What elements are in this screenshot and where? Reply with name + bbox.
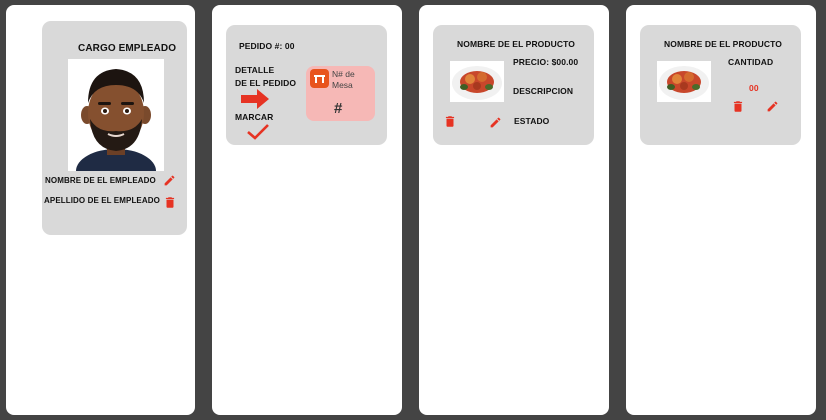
product-price-label: PRECIO: $00.00 [513, 57, 579, 67]
mark-label: MARCAR [235, 112, 274, 122]
order-panel: PEDIDO #: 00 DETALLE DE EL PEDIDO MARCAR… [212, 5, 402, 415]
employee-avatar [68, 59, 164, 171]
product-status-label: ESTADO [514, 116, 550, 126]
order-number-label: PEDIDO #: 00 [239, 41, 295, 51]
trash-icon[interactable] [731, 99, 745, 114]
pencil-icon[interactable] [766, 100, 779, 113]
product-panel: NOMBRE DE EL PRODUCTO PRECIO: $00.00 DES… [419, 5, 609, 415]
employee-panel: CARGO EMPLEADO NOMBRE DE EL EMPLEADO APE… [6, 5, 195, 415]
order-item-card: NOMBRE DE EL PRODUCTO CANTIDAD 00 [640, 25, 801, 145]
employee-lastname-label: APELLIDO DE EL EMPLEADO [44, 196, 160, 205]
table-number-symbol: # [334, 100, 343, 117]
table-number-label-line2: Mesa [332, 80, 353, 90]
table-number-label-line1: N# de [332, 69, 355, 79]
table-badge[interactable]: N# de Mesa # [306, 66, 375, 121]
product-name-title: NOMBRE DE EL PRODUCTO [457, 39, 575, 49]
order-item-name-title: NOMBRE DE EL PRODUCTO [664, 39, 782, 49]
table-icon [310, 69, 329, 88]
trash-icon[interactable] [443, 114, 457, 129]
quantity-label: CANTIDAD [728, 57, 774, 67]
trash-icon[interactable] [163, 195, 177, 210]
product-card: NOMBRE DE EL PRODUCTO PRECIO: $00.00 DES… [433, 25, 594, 145]
check-icon[interactable] [246, 123, 270, 141]
employee-name-label: NOMBRE DE EL EMPLEADO [45, 176, 156, 185]
product-image [450, 61, 504, 102]
arrow-right-icon[interactable] [241, 89, 269, 109]
employee-card: CARGO EMPLEADO NOMBRE DE EL EMPLEADO APE… [42, 21, 187, 235]
product-description-label: DESCRIPCION [513, 86, 574, 96]
order-detail-label-line1: DETALLE [235, 65, 275, 75]
employee-role-title: CARGO EMPLEADO [78, 43, 177, 54]
pencil-icon[interactable] [163, 174, 176, 187]
pencil-icon[interactable] [489, 116, 502, 129]
order-item-image [657, 61, 711, 102]
order-card: PEDIDO #: 00 DETALLE DE EL PEDIDO MARCAR… [226, 25, 387, 145]
order-item-panel: NOMBRE DE EL PRODUCTO CANTIDAD 00 [626, 5, 816, 415]
order-detail-label-line2: DE EL PEDIDO [235, 78, 297, 88]
quantity-value[interactable]: 00 [749, 83, 759, 93]
